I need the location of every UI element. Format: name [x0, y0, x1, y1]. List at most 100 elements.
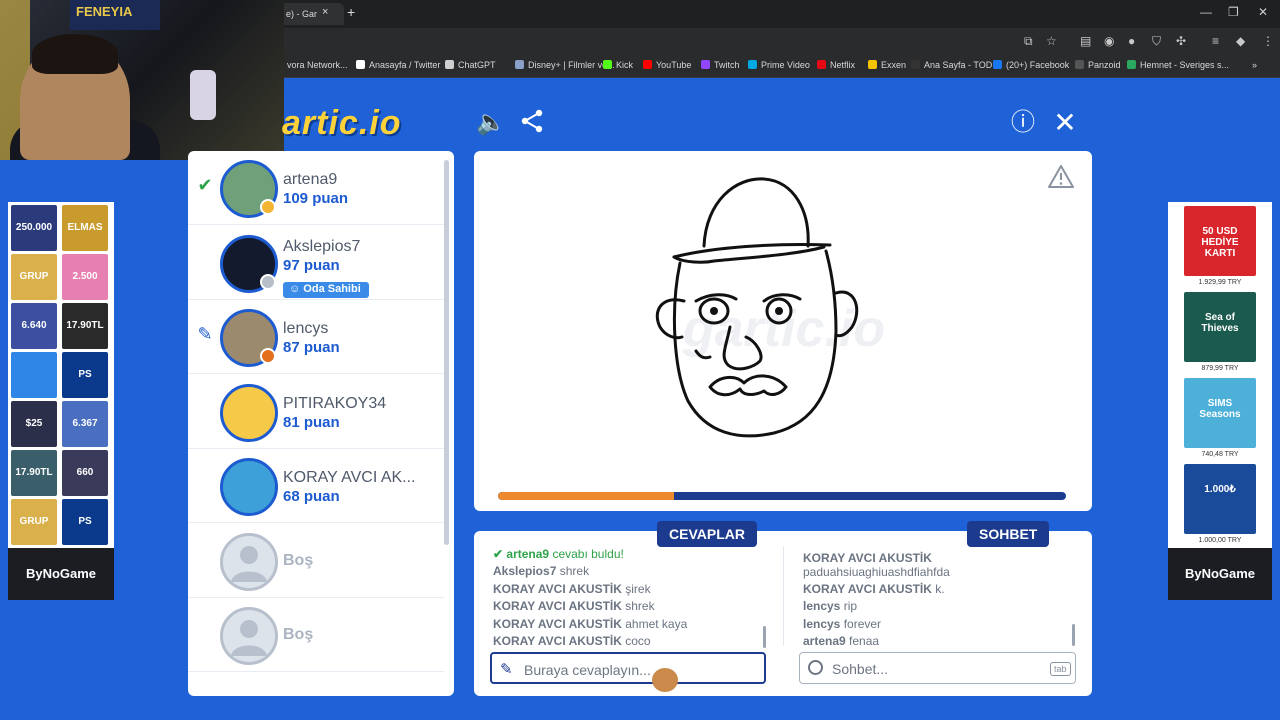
bookmark-favicon-icon — [515, 60, 524, 69]
bookmark-item[interactable]: Prime Video — [748, 60, 810, 70]
player-row[interactable]: Akslepios7 97 puan ☺ Oda Sahibi — [188, 226, 444, 300]
bookmark-item[interactable]: vora Network... — [274, 60, 348, 70]
message-user: KORAY AVCI AKUSTİK — [493, 616, 622, 631]
ad-product-image[interactable]: 50 USD HEDİYE KARTI — [1184, 206, 1256, 276]
reading-list-icon[interactable]: ≡ — [1212, 34, 1219, 48]
bookmark-item[interactable]: ChatGPT — [445, 60, 496, 70]
ad-product-image[interactable]: SIMS Seasons — [1184, 378, 1256, 448]
bookmark-item[interactable]: (20+) Facebook — [993, 60, 1069, 70]
bookmark-item[interactable]: Netflix — [817, 60, 855, 70]
report-warning-icon[interactable] — [1048, 164, 1074, 190]
room-owner-badge: ☺ Oda Sahibi — [283, 281, 369, 298]
bookmark-item[interactable]: Hemnet - Sveriges s... — [1127, 60, 1229, 70]
drawing-canvas[interactable]: gartic.io — [474, 151, 1092, 511]
microphone — [190, 70, 216, 120]
info-icon[interactable]: ⓘ — [1008, 108, 1038, 138]
chat-message: artena9 fenaa — [803, 634, 879, 648]
bookmark-label: Anasayfa / Twitter — [369, 60, 441, 70]
ad-right-panel[interactable]: 50 USD HEDİYE KARTI 1.929,99 TRY Sea of Th… — [1168, 202, 1272, 600]
extension-icon[interactable]: ● — [1128, 34, 1135, 48]
chat-message: KORAY AVCI AKUSTİK şirek — [493, 582, 651, 596]
bookmark-item[interactable]: Ana Sayfa - TOD — [911, 60, 992, 70]
close-icon[interactable]: ✕ — [1050, 108, 1080, 138]
ad-left-panel[interactable]: 250.000 ELMAS GRUP 2.500 6.640 17.90TL PS $25 6.… — [8, 202, 114, 600]
bookmark-item[interactable]: YouTube — [643, 60, 691, 70]
window-close-icon[interactable]: ✕ — [1258, 5, 1268, 19]
bookmark-label: YouTube — [656, 60, 692, 70]
ad-product-tile[interactable] — [11, 352, 57, 398]
message-user: artena9 — [506, 547, 550, 561]
ad-product-tile[interactable]: PS — [62, 499, 108, 545]
bookmark-item[interactable]: Anasayfa / Twitter — [356, 60, 440, 70]
ad-brand-footer[interactable]: ByNoGame — [1168, 548, 1272, 600]
chat-scrollbar[interactable] — [1072, 624, 1075, 646]
bookmark-item[interactable]: Kick — [603, 60, 633, 70]
ad-product-tile[interactable]: 660 — [62, 450, 108, 496]
cast-icon[interactable]: ⧉ — [1024, 34, 1033, 49]
player-row[interactable]: Boş — [188, 524, 444, 598]
ad-product-tile[interactable]: $25 — [11, 401, 57, 447]
menu-icon[interactable]: ⋮ — [1262, 34, 1274, 48]
ad-product-tile[interactable]: 17.90TL — [62, 303, 108, 349]
ad-product-tile[interactable]: GRUP — [11, 499, 57, 545]
correct-check-icon: ✔ — [197, 175, 213, 195]
bookmark-item[interactable]: Twitch — [701, 60, 740, 70]
ad-product-tile[interactable]: 2.500 — [62, 254, 108, 300]
puzzle-icon[interactable]: ✣ — [1176, 34, 1186, 48]
minimize-icon[interactable]: — — [1200, 5, 1212, 19]
player-row[interactable]: KORAY AVCI AK... 68 puan — [188, 449, 444, 523]
pencil-icon: ✎ — [500, 661, 513, 678]
ad-product-tile[interactable]: ELMAS — [62, 205, 108, 251]
player-row[interactable]: ✔ artena9 109 puan — [188, 151, 444, 225]
ad-product-tile[interactable]: 6.367 — [62, 401, 108, 447]
maximize-icon[interactable]: ❐ — [1228, 5, 1239, 19]
bookmark-item[interactable]: Exxen — [868, 60, 906, 70]
extension-icon[interactable]: ◉ — [1104, 34, 1114, 48]
person-hair — [32, 34, 118, 74]
player-row[interactable]: ✎ lencys 87 puan — [188, 300, 444, 374]
new-tab-icon[interactable]: + — [347, 4, 355, 20]
ad-product-tile[interactable]: GRUP — [11, 254, 57, 300]
tab-answers[interactable]: CEVAPLAR — [657, 521, 757, 547]
chat-input[interactable]: Sohbet... tab — [799, 652, 1076, 684]
empty-avatar — [220, 532, 278, 591]
sound-icon[interactable]: 🔈 — [476, 108, 506, 138]
player-score: 97 puan — [283, 256, 340, 274]
player-avatar — [220, 458, 278, 516]
message-text: ahmet kaya — [625, 616, 688, 631]
message-user: KORAY AVCI AKUSTİK — [803, 582, 932, 596]
shield-icon[interactable]: ⛉ — [1152, 34, 1161, 49]
bookmark-favicon-icon — [701, 60, 710, 69]
bookmark-item[interactable]: Disney+ | Filmler ve... — [515, 60, 615, 70]
ad-product-label: SIMS Seasons — [1199, 398, 1241, 420]
message-user: artena9 — [803, 634, 846, 649]
ad-product-tile[interactable]: PS — [62, 352, 108, 398]
bookmark-label: Disney+ | Filmler ve... — [528, 60, 615, 70]
share-icon[interactable] — [517, 108, 547, 138]
translate-icon[interactable]: ▤ — [1080, 34, 1091, 48]
ad-product-tile[interactable]: 250.000 — [11, 205, 57, 251]
ad-product-tile[interactable]: 6.640 — [11, 303, 57, 349]
player-list-scrollbar[interactable] — [444, 160, 449, 545]
profile-icon[interactable]: ◆ — [1236, 34, 1245, 48]
player-list: ✔ artena9 109 puan Akslepios7 97 puan ☺ Oda S… — [188, 151, 454, 696]
player-row[interactable]: PITIRAKOY34 81 puan — [188, 375, 444, 449]
answers-scrollbar[interactable] — [763, 626, 766, 648]
player-row[interactable]: Boş — [188, 598, 444, 672]
browser-tab[interactable]: e) - Gar — [276, 3, 344, 25]
tab-chat[interactable]: SOHBET — [967, 521, 1050, 547]
ad-product-tile[interactable]: 17.90TL — [11, 450, 57, 496]
ad-brand-footer[interactable]: ByNoGame — [8, 548, 114, 600]
message-text: fenaa — [849, 634, 880, 649]
chat-message: KORAY AVCI AKUSTİK k. — [803, 582, 945, 596]
ad-product-image[interactable]: Sea of Thieves — [1184, 292, 1256, 362]
answer-input[interactable]: ✎ Buraya cevaplayın... — [490, 652, 766, 684]
correct-check-icon: ✔ — [493, 547, 507, 561]
status-badge — [260, 348, 276, 364]
tab-close-icon[interactable]: × — [322, 6, 328, 18]
bookmark-star-icon[interactable]: ☆ — [1046, 34, 1057, 48]
bookmarks-more-icon[interactable]: » — [1252, 60, 1257, 70]
bookmark-favicon-icon — [748, 60, 757, 69]
ad-product-image[interactable]: 1.000₺ — [1184, 464, 1256, 534]
bookmark-item[interactable]: Panzoid — [1075, 60, 1121, 70]
